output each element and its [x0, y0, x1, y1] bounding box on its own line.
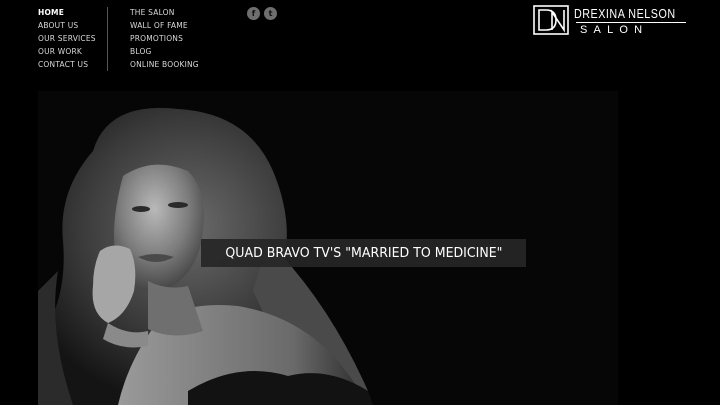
nav-item-online-booking[interactable]: ONLINE BOOKING — [130, 58, 199, 71]
main-nav-left: HOME ABOUT US OUR SERVICES OUR WORK CONT… — [38, 6, 96, 71]
hero-caption: QUAD BRAVO TV'S "MARRIED TO MEDICINE" — [201, 239, 526, 267]
main-nav-right: THE SALON WALL OF FAME PROMOTIONS BLOG O… — [130, 6, 199, 71]
salon-logo[interactable]: DREXINA NELSON SALON — [532, 4, 688, 38]
hero-caption-text: QUAD BRAVO TV'S "MARRIED TO MEDICINE" — [224, 245, 503, 261]
twitter-icon[interactable]: t — [264, 7, 277, 20]
logo-subtitle: SALON — [580, 24, 649, 36]
nav-item-about-us[interactable]: ABOUT US — [38, 19, 96, 32]
dn-monogram-icon — [533, 5, 569, 35]
nav-divider — [107, 7, 108, 71]
nav-item-promotions[interactable]: PROMOTIONS — [130, 32, 199, 45]
nav-item-blog[interactable]: BLOG — [130, 45, 199, 58]
facebook-icon[interactable]: f — [247, 7, 260, 20]
social-links: f t — [247, 7, 277, 20]
logo-name: DREXINA NELSON — [574, 7, 676, 21]
nav-item-wall-of-fame[interactable]: WALL OF FAME — [130, 19, 199, 32]
nav-item-our-services[interactable]: OUR SERVICES — [38, 32, 96, 45]
nav-item-our-work[interactable]: OUR WORK — [38, 45, 96, 58]
logo-rule — [576, 22, 686, 23]
nav-item-contact-us[interactable]: CONTACT US — [38, 58, 96, 71]
nav-item-the-salon[interactable]: THE SALON — [130, 6, 199, 19]
nav-item-home[interactable]: HOME — [38, 6, 96, 19]
